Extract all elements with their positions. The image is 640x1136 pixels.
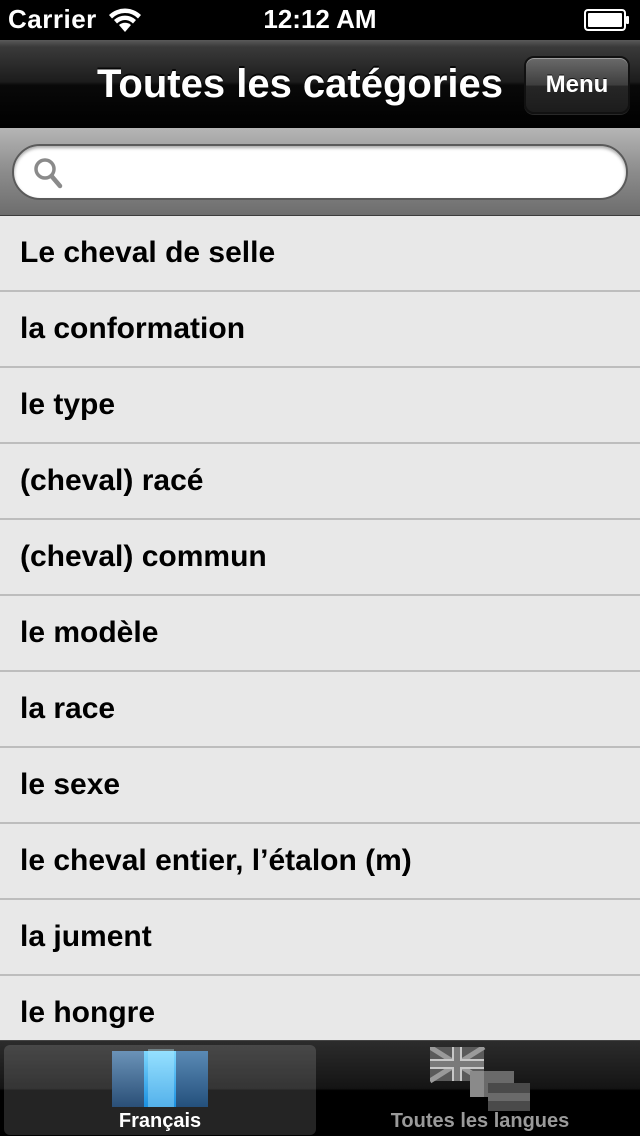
list-item[interactable]: le sexe [0,748,640,824]
battery-icon [584,9,629,31]
list-item[interactable]: (cheval) commun [0,520,640,596]
list-item[interactable]: la race [0,672,640,748]
tab-francais[interactable]: Français [4,1045,316,1135]
status-bar: Carrier 12:12 AM [0,0,640,40]
list-item[interactable]: le cheval entier, l’étalon (m) [0,824,640,900]
tab-label: Toutes les langues [390,1110,570,1132]
menu-button[interactable]: Menu [524,56,630,114]
list-item[interactable]: le modèle [0,596,640,672]
list-item[interactable]: le type [0,368,640,444]
union-jack-flags-icon [430,1047,530,1111]
tab-bar: Français Toutes les langues [0,1040,640,1136]
list-item[interactable]: la jument [0,900,640,976]
search-icon [34,158,63,189]
list-item[interactable]: Le cheval de selle [0,216,640,292]
navigation-bar: Toutes les catégories Menu [0,40,640,128]
page-title: Toutes les catégories [96,62,504,106]
french-flag-icon [112,1049,208,1107]
category-list: Le cheval de selle la conformation le ty… [0,216,640,1040]
search-field[interactable] [12,144,628,200]
list-item[interactable]: (cheval) racé [0,444,640,520]
list-item[interactable]: le hongre [0,976,640,1040]
search-input[interactable] [74,152,614,192]
list-item[interactable]: la conformation [0,292,640,368]
clock-label: 12:12 AM [263,4,377,34]
search-bar [0,128,640,216]
tab-label: Français [118,1110,202,1132]
tab-toutes-les-langues[interactable]: Toutes les langues [324,1045,636,1135]
